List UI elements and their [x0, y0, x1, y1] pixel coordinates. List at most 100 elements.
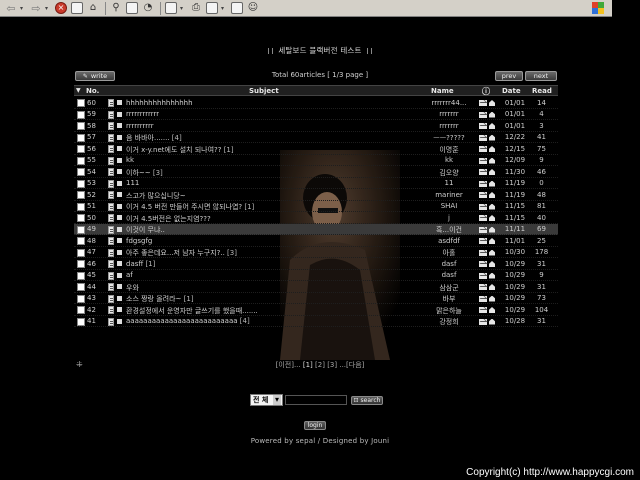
- row-checkbox[interactable]: [77, 191, 85, 199]
- row-author[interactable]: 11: [416, 179, 482, 187]
- homepage-icon[interactable]: [489, 203, 495, 210]
- row-checkbox[interactable]: [77, 133, 85, 142]
- table-row[interactable]: 54 이하~~ [3] 김오양 11/30 46: [74, 166, 558, 178]
- row-checkbox[interactable]: [77, 122, 85, 130]
- table-row[interactable]: 46 dasff [1] dasf 10/29 31: [74, 258, 558, 270]
- row-author[interactable]: dasf: [416, 271, 482, 279]
- row-checkbox[interactable]: [77, 260, 85, 268]
- mail-icon[interactable]: [479, 215, 487, 221]
- search-button[interactable]: ⊡ search: [351, 395, 383, 405]
- homepage-icon[interactable]: [489, 157, 495, 164]
- row-author[interactable]: 삼삼군: [416, 283, 482, 293]
- pager-page-3[interactable]: [3]: [327, 361, 337, 369]
- next-button[interactable]: next: [525, 71, 557, 81]
- search-input[interactable]: [285, 395, 347, 405]
- prev-button[interactable]: prev: [495, 71, 523, 81]
- mail-icon[interactable]: [479, 111, 487, 118]
- row-author[interactable]: rrrrrrr44...: [416, 99, 482, 107]
- homepage-icon[interactable]: [489, 307, 495, 313]
- back-dropdown-icon[interactable]: ▾: [20, 5, 26, 12]
- table-row[interactable]: 43 소스 짱랑 올려라~ [1] 바부 10/29 73: [74, 293, 558, 304]
- homepage-icon[interactable]: [489, 238, 495, 244]
- mail-icon[interactable]: [479, 284, 487, 290]
- homepage-icon[interactable]: [489, 100, 495, 106]
- homepage-icon[interactable]: [489, 226, 495, 233]
- homepage-icon[interactable]: [489, 192, 495, 198]
- row-checkbox[interactable]: [77, 179, 85, 188]
- mail-icon[interactable]: [479, 295, 487, 302]
- table-row[interactable]: 44 우와 삼삼군 10/29 31: [74, 281, 558, 293]
- homepage-icon[interactable]: [489, 111, 495, 118]
- search-icon[interactable]: ⚲: [109, 2, 123, 15]
- messenger-icon[interactable]: ☺: [246, 2, 260, 15]
- pager-current-page[interactable]: [1]: [303, 361, 313, 369]
- row-subject-link[interactable]: 소스 짱랑 올려라~ [1]: [126, 294, 194, 304]
- row-subject-link[interactable]: rrrrrrrrrrrr: [126, 110, 159, 118]
- row-checkbox[interactable]: [77, 225, 85, 234]
- row-author[interactable]: 김오양: [416, 168, 482, 178]
- row-checkbox[interactable]: [77, 110, 85, 119]
- stop-icon[interactable]: ×: [54, 2, 68, 15]
- table-row[interactable]: 57 음 바바아....... [4] ㅡㅡ????? 12/22 41: [74, 132, 558, 143]
- pager-prev-link[interactable]: [이전]...: [276, 361, 301, 369]
- table-row[interactable]: 49 이것이 무냐.. 흑...이건 11/11 69: [74, 223, 558, 235]
- mail-icon[interactable]: [479, 123, 487, 129]
- table-row[interactable]: 51 이거 4.5 버전 만들어 주시면 않되나엽? [1] SHAI 11/15 81: [74, 201, 558, 212]
- row-checkbox[interactable]: [77, 283, 85, 291]
- row-author[interactable]: 흑...이건: [416, 225, 482, 235]
- row-author[interactable]: 이명훈: [416, 145, 482, 155]
- row-subject-link[interactable]: 아주 좋은데요...저 남자 누구지?.. [3]: [126, 248, 237, 258]
- row-subject-link[interactable]: 음 바바아....... [4]: [126, 133, 182, 143]
- mail-icon[interactable]: [479, 192, 487, 198]
- row-author[interactable]: 바부: [416, 294, 482, 304]
- row-checkbox[interactable]: [77, 306, 85, 314]
- row-subject-link[interactable]: kk: [126, 156, 134, 164]
- pager-next-link[interactable]: ...[다음]: [339, 361, 364, 369]
- row-checkbox[interactable]: [77, 202, 85, 211]
- homepage-icon[interactable]: [489, 295, 495, 302]
- row-subject-link[interactable]: 스고가 많으십니당~: [126, 191, 186, 201]
- row-author[interactable]: j: [416, 214, 482, 222]
- row-subject-link[interactable]: fdgsgfg: [126, 237, 152, 245]
- table-row[interactable]: 50 이거 4.5버전은 없는지염??? j 11/15 40: [74, 212, 558, 224]
- forward-dropdown-icon[interactable]: ▾: [45, 5, 51, 12]
- edit-icon[interactable]: [205, 2, 219, 15]
- row-subject-link[interactable]: hhhhhhhhhhhhhhh: [126, 99, 193, 107]
- table-row[interactable]: 56 이거 x-y.net에도 설치 되나여?? [1] 이명훈 12/15 75: [74, 143, 558, 155]
- row-subject-link[interactable]: dasff [1]: [126, 260, 155, 268]
- edit-dropdown-icon[interactable]: ▾: [221, 5, 227, 12]
- history-icon[interactable]: ◔: [141, 2, 155, 15]
- table-row[interactable]: 41 aaaaaaaaaaaaaaaaaaaaaaaaaa [4] 강정희 10/28…: [74, 316, 558, 327]
- table-row[interactable]: 53 111 11 11/19 0: [74, 178, 558, 189]
- login-button[interactable]: login: [304, 421, 326, 430]
- row-subject-link[interactable]: 이것이 무냐..: [126, 225, 165, 235]
- row-author[interactable]: mariner: [416, 191, 482, 199]
- row-subject-link[interactable]: 이거 4.5 버전 만들어 주시면 않되나엽? [1]: [126, 202, 254, 212]
- homepage-icon[interactable]: [489, 284, 495, 290]
- write-button[interactable]: ✎ write: [75, 71, 115, 81]
- table-row[interactable]: 59 rrrrrrrrrrrr rrrrrrr 01/01 4: [74, 109, 558, 120]
- mail-icon[interactable]: [479, 261, 487, 267]
- table-row[interactable]: 45 af dasf 10/29 9: [74, 270, 558, 281]
- row-author[interactable]: 아홀: [416, 248, 482, 258]
- back-arrow-icon[interactable]: ⇦: [4, 2, 18, 15]
- mail-dropdown-icon[interactable]: ▾: [180, 5, 186, 12]
- search-scope-select[interactable]: 전 체: [250, 394, 283, 406]
- home-icon[interactable]: ⌂: [86, 2, 100, 15]
- homepage-icon[interactable]: [489, 249, 495, 256]
- row-author[interactable]: 맑은하늘: [416, 306, 482, 316]
- table-row[interactable]: 48 fdgsgfg asdfdf 11/01 25: [74, 235, 558, 247]
- row-checkbox[interactable]: [77, 168, 85, 176]
- discuss-icon[interactable]: [230, 2, 244, 15]
- row-author[interactable]: asdfdf: [416, 237, 482, 245]
- row-author[interactable]: dasf: [416, 260, 482, 268]
- mail-icon[interactable]: [479, 238, 487, 244]
- pager-page-2[interactable]: [2]: [315, 361, 325, 369]
- mail-icon[interactable]: [479, 100, 487, 106]
- row-checkbox[interactable]: [77, 99, 85, 107]
- refresh-icon[interactable]: [70, 2, 84, 15]
- row-checkbox[interactable]: [77, 237, 85, 245]
- homepage-icon[interactable]: [489, 272, 495, 279]
- row-author[interactable]: rrrrrrr: [416, 122, 482, 130]
- row-subject-link[interactable]: rrrrrrrrrr: [126, 122, 154, 130]
